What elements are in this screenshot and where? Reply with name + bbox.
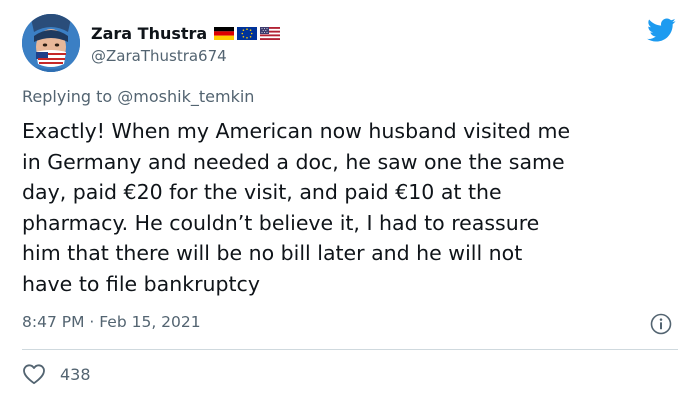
info-icon[interactable] [650,313,672,335]
tweet-text-line: have to file bankruptcy [22,271,260,296]
replying-to-label: Replying to [22,87,113,106]
name-flags [214,26,281,40]
avatar-image [22,14,80,72]
germany-flag-icon [214,26,235,40]
author-name-row: Zara Thustra [91,22,281,44]
reply-mention-link[interactable]: @moshik_temkin [117,87,254,106]
eu-flag-icon [237,26,258,40]
usa-flag-icon [260,26,281,40]
like-count: 438 [60,364,91,384]
like-action[interactable]: 438 [22,362,91,386]
tweet-text-line: him that there will be no bill later and… [22,241,523,265]
tweet-text-line: in Germany and needed a doc, he saw one … [22,149,565,174]
tweet-card: Zara Thustra @ZaraThustra674 Replying to… [0,0,700,402]
heart-icon[interactable] [22,363,46,385]
tweet-text: Exactly! When my American now husband vi… [22,116,694,299]
tweet-text-line: day, paid €20 for the visit, and paid €1… [22,180,502,204]
author-handle[interactable]: @ZaraThustra674 [91,47,227,65]
replying-to: Replying to @moshik_temkin [22,87,254,106]
display-name[interactable]: Zara Thustra [91,24,207,43]
tweet-text-line: Exactly! When my American now husband vi… [22,119,571,143]
twitter-bird-icon[interactable] [644,15,678,45]
tweet-text-line: pharmacy. He couldn’t believe it, I had … [22,210,540,235]
tweet-timestamp[interactable]: 8:47 PM · Feb 15, 2021 [22,313,201,331]
divider [22,349,678,350]
avatar[interactable] [22,14,80,72]
